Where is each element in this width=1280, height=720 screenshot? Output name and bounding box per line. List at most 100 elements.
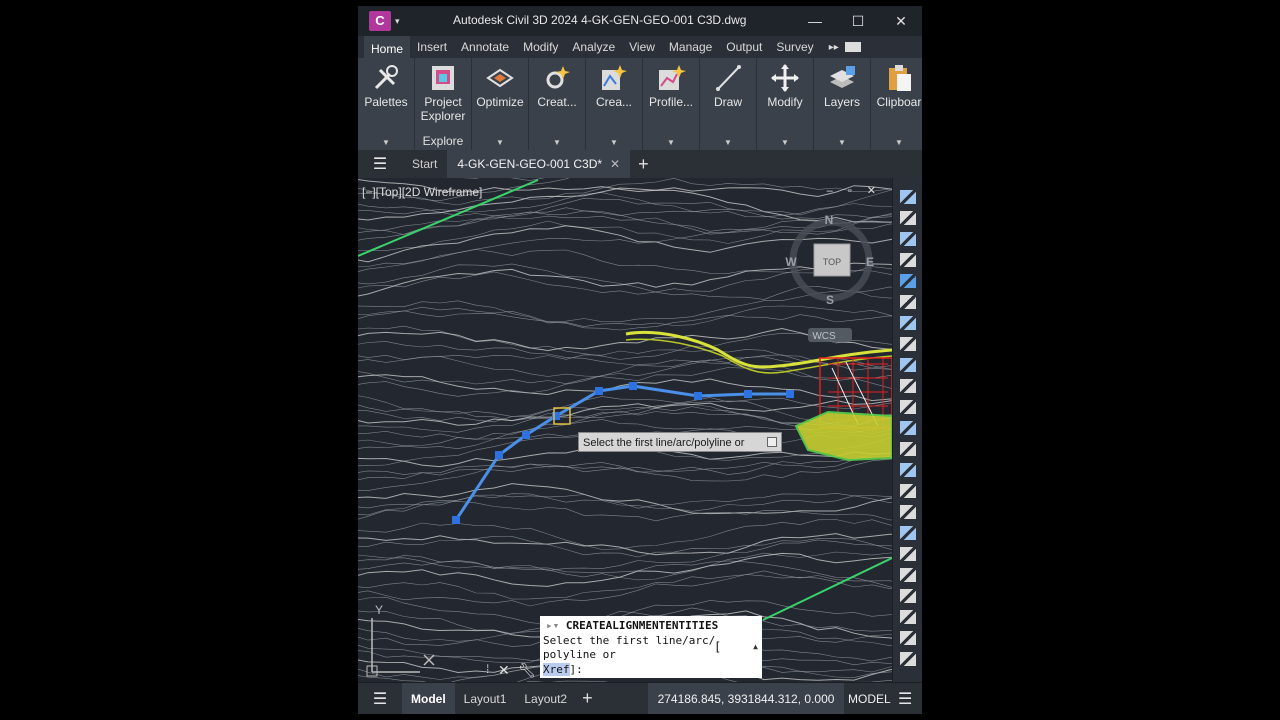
grip-point[interactable] bbox=[694, 392, 702, 400]
grip-point[interactable] bbox=[629, 382, 637, 390]
draw-button[interactable]: Draw ▼ bbox=[700, 58, 757, 150]
create-design-icon bbox=[602, 65, 627, 90]
tab-view[interactable]: View bbox=[622, 36, 662, 58]
close-button[interactable]: ✕ bbox=[886, 10, 916, 32]
tool-palette-icon[interactable] bbox=[900, 505, 916, 519]
drawing-viewport[interactable]: TOP N S E W WCS Y [−][Top][2D Wireframe]… bbox=[358, 178, 892, 682]
grip-point[interactable] bbox=[522, 431, 530, 439]
chevron-down-icon[interactable]: ▼ bbox=[871, 138, 922, 147]
tooltip-options-icon[interactable] bbox=[767, 437, 777, 447]
command-history-arrow-icon[interactable]: ▲ bbox=[753, 640, 758, 654]
grip-point[interactable] bbox=[495, 451, 503, 459]
tool-palette-icon[interactable] bbox=[900, 190, 916, 204]
tab-analyze[interactable]: Analyze bbox=[565, 36, 622, 58]
maximize-button[interactable]: ☐ bbox=[843, 10, 873, 32]
command-grip-icon[interactable]: ⁞ bbox=[486, 662, 489, 676]
tab-model[interactable]: Model bbox=[402, 682, 455, 714]
view-cube-top-label[interactable]: TOP bbox=[823, 257, 841, 267]
grip-point[interactable] bbox=[552, 412, 560, 420]
tool-palette-icon[interactable] bbox=[900, 379, 916, 393]
ribbon-more-tabs-icon[interactable]: ▸▸ bbox=[829, 42, 839, 53]
tab-drawing[interactable]: 4-GK-GEN-GEO-001 C3D* ✕ bbox=[447, 150, 631, 178]
file-tabs-menu-icon[interactable]: ☰ bbox=[358, 154, 402, 174]
model-space-toggle[interactable]: MODEL bbox=[848, 683, 891, 714]
new-tab-button[interactable]: + bbox=[638, 154, 649, 175]
wcs-menu[interactable]: WCS bbox=[812, 331, 836, 342]
tool-palette-icon[interactable] bbox=[900, 337, 916, 351]
viewport-controls-label[interactable]: [−][Top][2D Wireframe] bbox=[362, 185, 482, 199]
profile-view-button[interactable]: Profile... ▼ bbox=[643, 58, 700, 150]
palettes-button[interactable]: Palettes ▼ bbox=[358, 58, 415, 150]
grip-point[interactable] bbox=[744, 390, 752, 398]
tab-annotate[interactable]: Annotate bbox=[454, 36, 516, 58]
minimize-button[interactable]: — bbox=[800, 10, 830, 32]
grip-point[interactable] bbox=[595, 387, 603, 395]
app-menu-caret-icon[interactable]: ▾ bbox=[395, 16, 400, 27]
site-boundary-line bbox=[762, 557, 892, 621]
chevron-down-icon[interactable]: ▼ bbox=[700, 138, 756, 147]
tool-palette-icon[interactable] bbox=[900, 484, 916, 498]
modify-button[interactable]: Modify ▼ bbox=[757, 58, 814, 150]
tab-insert[interactable]: Insert bbox=[410, 36, 454, 58]
coordinates-readout[interactable]: 274186.845, 3931844.312, 0.000 bbox=[648, 683, 844, 714]
contour-line bbox=[358, 552, 892, 587]
clipboard-button[interactable]: Clipboar ▼ bbox=[871, 58, 922, 150]
create-design-button[interactable]: Crea... ▼ bbox=[586, 58, 643, 150]
tab-modify[interactable]: Modify bbox=[516, 36, 565, 58]
tab-output[interactable]: Output bbox=[719, 36, 769, 58]
app-logo[interactable]: C bbox=[369, 11, 391, 31]
tab-layout2[interactable]: Layout2 bbox=[515, 683, 576, 715]
tool-palette-icon[interactable] bbox=[900, 274, 916, 288]
command-customize-icon[interactable]: 🔧︎ bbox=[518, 662, 536, 679]
contour-line bbox=[358, 519, 892, 550]
tool-palette-icon[interactable] bbox=[900, 589, 916, 603]
tool-palette-icon[interactable] bbox=[900, 316, 916, 330]
chevron-down-icon[interactable]: ▼ bbox=[472, 138, 528, 147]
tab-layout1[interactable]: Layout1 bbox=[455, 683, 516, 715]
tool-palette-icon[interactable] bbox=[900, 547, 916, 561]
add-layout-button[interactable]: + bbox=[582, 688, 593, 709]
tool-palette-icon[interactable] bbox=[900, 358, 916, 372]
grip-point[interactable] bbox=[452, 516, 460, 524]
xref-option[interactable]: Xref bbox=[543, 663, 570, 676]
tab-manage[interactable]: Manage bbox=[662, 36, 719, 58]
tool-palette-icon[interactable] bbox=[900, 295, 916, 309]
tool-palette-icon[interactable] bbox=[900, 463, 916, 477]
customization-menu-icon[interactable]: ☰ bbox=[898, 689, 912, 709]
compass-s-label[interactable]: S bbox=[826, 293, 834, 307]
optimize-button[interactable]: Optimize ▼ bbox=[472, 58, 529, 150]
create-ground-data-button[interactable]: Creat... ▼ bbox=[529, 58, 586, 150]
compass-e-label[interactable]: E bbox=[866, 255, 874, 269]
tool-palette-icon[interactable] bbox=[900, 400, 916, 414]
tool-palette-icon[interactable] bbox=[900, 442, 916, 456]
tab-survey[interactable]: Survey bbox=[769, 36, 820, 58]
compass-w-label[interactable]: W bbox=[785, 255, 797, 269]
tab-home[interactable]: Home bbox=[364, 36, 411, 58]
tool-palette-icon[interactable] bbox=[900, 631, 916, 645]
tab-start[interactable]: Start bbox=[402, 150, 447, 178]
chevron-down-icon[interactable]: ▼ bbox=[529, 138, 585, 147]
tool-palette-icon[interactable] bbox=[900, 253, 916, 267]
chevron-down-icon[interactable]: ▼ bbox=[643, 138, 699, 147]
layout-tabs-menu-icon[interactable]: ☰ bbox=[358, 689, 402, 709]
command-close-icon[interactable]: ✕ bbox=[498, 662, 510, 679]
tool-palette-icon[interactable] bbox=[900, 568, 916, 582]
tool-palette-icon[interactable] bbox=[900, 211, 916, 225]
chevron-down-icon[interactable]: ▼ bbox=[757, 138, 813, 147]
workspace-switch-icon[interactable] bbox=[844, 42, 861, 52]
layers-button[interactable]: Layers ▼ bbox=[814, 58, 871, 150]
tool-palette-icon[interactable] bbox=[900, 610, 916, 624]
tool-palette-icon[interactable] bbox=[900, 526, 916, 540]
viewport-window-controls[interactable]: – ▫ ✕ bbox=[827, 184, 882, 197]
close-tab-icon[interactable]: ✕ bbox=[610, 157, 620, 171]
chevron-down-icon[interactable]: ▼ bbox=[358, 138, 414, 147]
tool-palette-icon[interactable] bbox=[900, 652, 916, 666]
grip-point[interactable] bbox=[786, 390, 794, 398]
tool-palette-icon[interactable] bbox=[900, 232, 916, 246]
tool-palette-icon[interactable] bbox=[900, 421, 916, 435]
chevron-down-icon[interactable]: ▼ bbox=[814, 138, 870, 147]
chevron-down-icon[interactable]: ▼ bbox=[586, 138, 642, 147]
compass-n-label[interactable]: N bbox=[825, 213, 834, 227]
project-explorer-button[interactable]: Project Explorer Explore bbox=[415, 58, 472, 150]
command-line[interactable]: ▸▾ CREATEALIGNMENTENTITIES Select the fi… bbox=[540, 616, 762, 678]
